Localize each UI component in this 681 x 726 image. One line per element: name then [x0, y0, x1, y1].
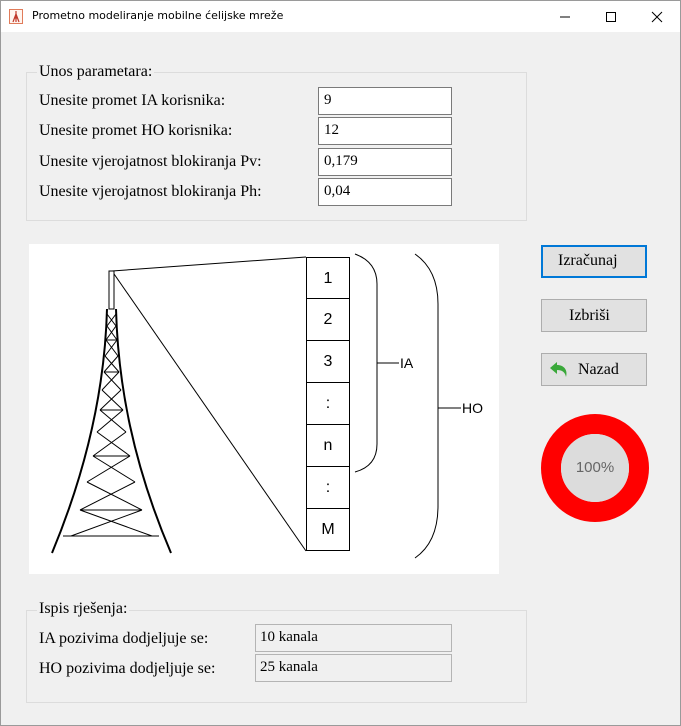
ia-result-label: IA pozivima dodjeljuje se:: [39, 630, 209, 647]
maximize-button[interactable]: [588, 1, 634, 32]
progress-text: 100%: [575, 459, 615, 476]
ia-bracket-label: IA: [400, 355, 414, 371]
ia-traffic-input[interactable]: 9: [318, 87, 452, 115]
progress-ring: 100%: [541, 414, 649, 522]
ho-traffic-input[interactable]: 12: [318, 117, 452, 145]
channel-cell: 1: [306, 257, 350, 299]
cell-tower-diagram: 1 2 3 : n : M IA HO: [29, 244, 499, 574]
clear-button-label: Izbriši: [569, 307, 610, 324]
calculate-button[interactable]: Izračunaj: [541, 245, 647, 278]
channel-cell: 3: [306, 341, 350, 383]
input-group-title: Unos parametara:: [37, 63, 155, 81]
channel-cell: :: [306, 383, 350, 425]
maximize-icon: [606, 12, 616, 22]
back-button-label: Nazad: [578, 361, 619, 378]
ho-traffic-label: Unesite promet HO korisnika:: [39, 122, 233, 139]
pv-input[interactable]: 0,179: [318, 148, 452, 176]
pv-label: Unesite vjerojatnost blokiranja Pv:: [39, 153, 262, 170]
close-button[interactable]: [634, 1, 680, 32]
ho-result-field[interactable]: 25 kanala: [255, 654, 452, 682]
back-button[interactable]: Nazad: [541, 353, 647, 386]
title-bar[interactable]: Prometno modeliranje mobilne ćelijske mr…: [1, 1, 680, 32]
ho-result-label: HO pozivima dodjeljuje se:: [39, 660, 216, 677]
ph-label: Unesite vjerojatnost blokiranja Ph:: [39, 183, 262, 200]
ho-bracket-label: HO: [462, 400, 483, 416]
channel-cell: M: [306, 509, 350, 551]
channel-cell: :: [306, 467, 350, 509]
minimize-button[interactable]: [542, 1, 588, 32]
app-window: Prometno modeliranje mobilne ćelijske mr…: [0, 0, 681, 726]
app-icon: [9, 9, 23, 24]
clear-button[interactable]: Izbriši: [541, 299, 647, 332]
output-group-title: Ispis rješenja:: [37, 600, 130, 618]
ia-result-field[interactable]: 10 kanala: [255, 624, 452, 652]
close-icon: [651, 11, 663, 23]
ph-input[interactable]: 0,04: [318, 178, 452, 206]
channel-cell: 2: [306, 299, 350, 341]
minimize-icon: [560, 16, 570, 18]
channel-cell: n: [306, 425, 350, 467]
ia-traffic-label: Unesite promet IA korisnika:: [39, 92, 226, 109]
calculate-button-label: Izračunaj: [558, 252, 618, 269]
back-arrow-icon: [550, 362, 567, 377]
window-title: Prometno modeliranje mobilne ćelijske mr…: [32, 9, 284, 22]
tower-illustration: [51, 253, 461, 559]
